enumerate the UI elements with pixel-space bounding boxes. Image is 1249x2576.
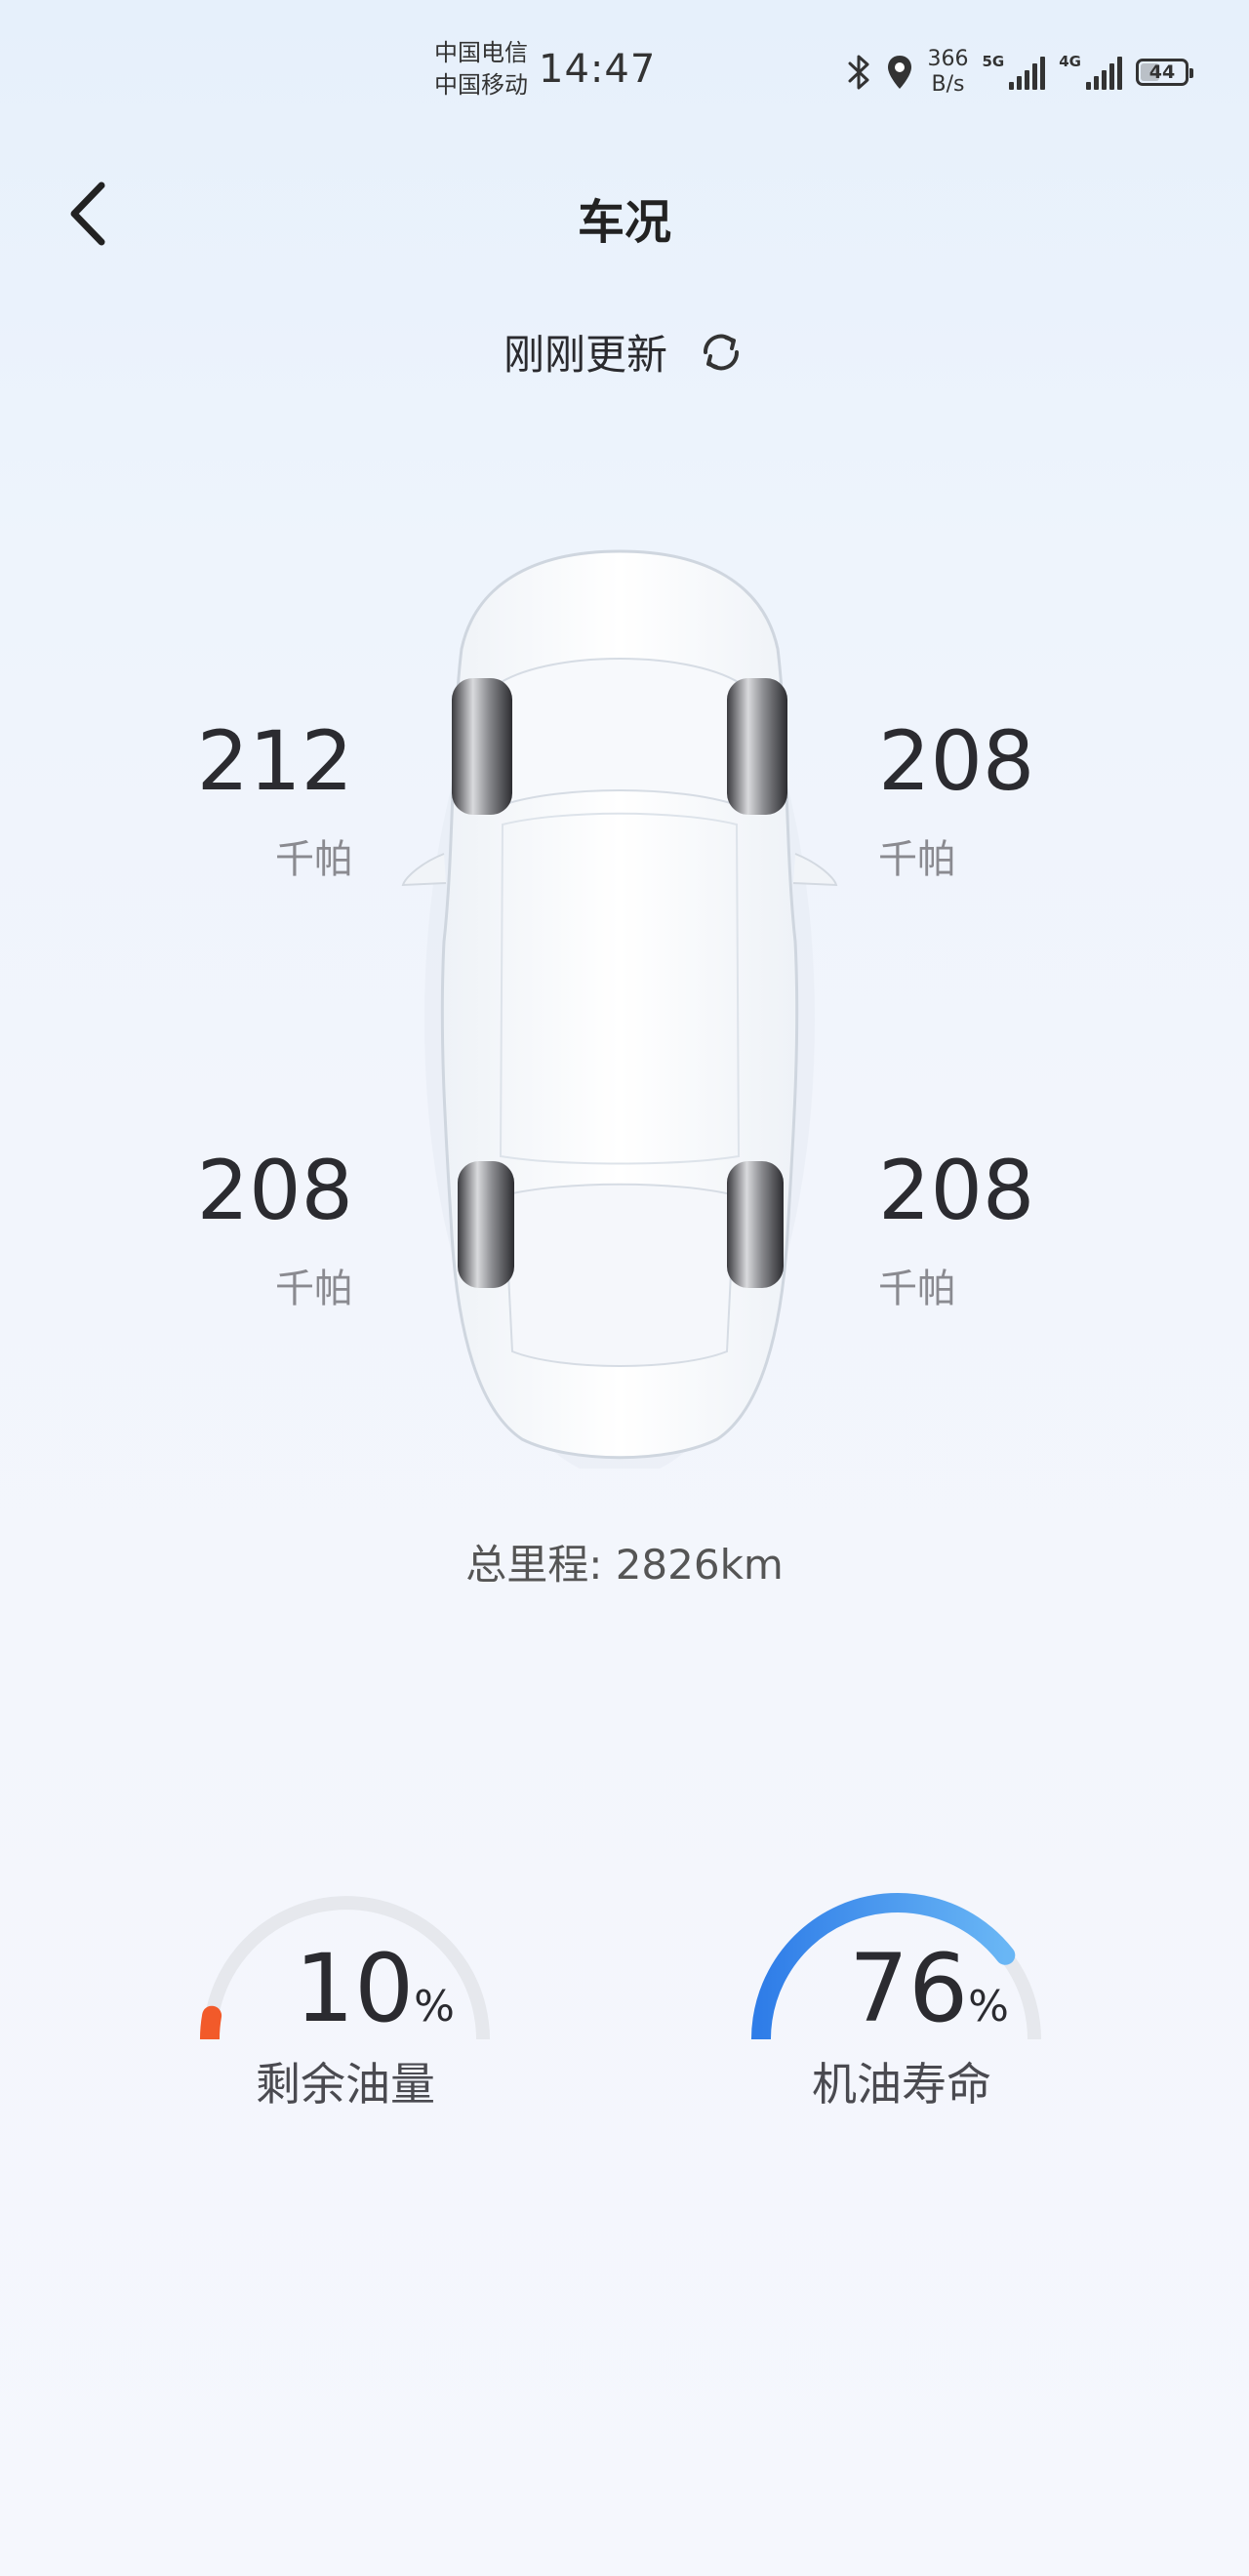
battery-level: 44 <box>1148 61 1176 83</box>
page-title: 车况 <box>577 195 671 250</box>
front-left-tyre <box>452 678 512 815</box>
carrier-1-label: 中国电信 <box>434 39 528 66</box>
fuel-label: 剩余油量 <box>256 2058 435 2111</box>
carrier-info: 中国电信 中国移动 <box>434 37 528 101</box>
carrier-2-label: 中国移动 <box>434 71 528 99</box>
rear-left-tyre <box>458 1161 514 1288</box>
rear-right-tyre <box>727 1161 784 1288</box>
tyre-front-right-unit: 千帕 <box>878 837 956 882</box>
fuel-gauge-fill <box>200 2005 222 2039</box>
tyre-rear-right-unit: 千帕 <box>878 1267 956 1311</box>
fuel-value-number: 10 <box>295 1934 415 2043</box>
net-speed-value: 366 <box>927 47 969 71</box>
net-speed: 366 B/s <box>928 47 969 98</box>
oil-value-unit: % <box>968 1982 1009 2032</box>
tyre-front-left-unit: 千帕 <box>275 837 353 882</box>
tyre-rear-left-value: 208 <box>196 1143 353 1238</box>
fuel-value: 10% <box>295 1942 455 2035</box>
tyre-front-right-value: 208 <box>878 713 1035 809</box>
sim2-tag: 4G <box>1059 53 1081 70</box>
signal-5g-icon: 5G <box>983 55 1046 90</box>
update-status: 刚刚更新 <box>0 322 1249 382</box>
oil-life-label: 机油寿命 <box>812 2058 991 2111</box>
front-right-tyre <box>727 678 787 815</box>
refresh-icon[interactable] <box>697 328 745 377</box>
status-time: 14:47 <box>539 47 657 92</box>
oil-life-value: 76% <box>849 1942 1009 2035</box>
status-icons: 366 B/s 5G 4G 44 <box>846 43 1193 101</box>
battery-icon: 44 <box>1136 59 1193 86</box>
signal-4g-icon: 4G <box>1059 55 1122 90</box>
odometer: 总里程: 2826km <box>465 1541 784 1589</box>
fuel-value-unit: % <box>414 1982 455 2032</box>
tyre-front-left-value: 212 <box>196 713 353 809</box>
oil-value-number: 76 <box>849 1934 969 2043</box>
net-speed-unit: B/s <box>931 72 965 97</box>
car-top-view-image <box>401 549 838 1469</box>
location-icon <box>887 56 911 89</box>
update-text: 刚刚更新 <box>503 331 667 379</box>
tyre-rear-left-unit: 千帕 <box>275 1267 353 1311</box>
tyre-rear-right-value: 208 <box>878 1143 1035 1238</box>
bluetooth-icon <box>848 55 868 90</box>
sim1-tag: 5G <box>982 53 1005 70</box>
